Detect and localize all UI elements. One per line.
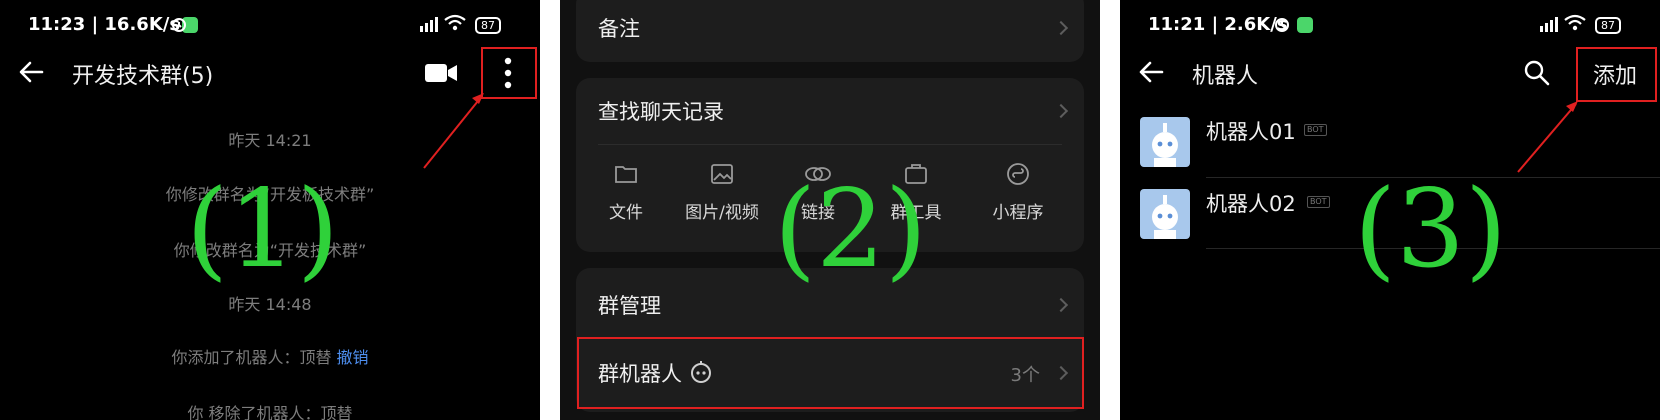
chat-title: 开发技术群(5) xyxy=(72,64,214,89)
folder-icon xyxy=(615,166,637,183)
timestamp: 昨天 14:21 xyxy=(228,131,312,150)
system-message: 你 移除了机器人：顶替 xyxy=(187,404,353,420)
group-settings-panel: 备注 查找聊天记录 文件 图片/视频 链接 群工具 小程序 群管理 群机器人 3… xyxy=(560,0,1100,420)
search-icon[interactable] xyxy=(1524,60,1550,86)
chevron-right-icon xyxy=(1053,103,1069,119)
system-message: 你添加了机器人：顶替 撤销 xyxy=(0,344,540,368)
status-time: 11:23 | 16.6K/s xyxy=(28,14,181,35)
mini-program-icon xyxy=(1007,163,1029,185)
undo-link[interactable]: 撤销 xyxy=(337,348,369,367)
bot-name: 机器人01 xyxy=(1206,120,1296,144)
wifi-icon xyxy=(444,14,466,31)
robot-avatar-icon xyxy=(1152,195,1178,239)
bot-badge: BOT xyxy=(1307,196,1330,208)
add-button-highlight xyxy=(1576,47,1657,102)
wifi-icon xyxy=(1564,14,1586,31)
chevron-right-icon xyxy=(1053,20,1069,36)
remark-row[interactable]: 备注 xyxy=(576,0,1084,62)
tool-mini-programs[interactable]: 小程序 xyxy=(968,162,1068,223)
more-options-icon[interactable] xyxy=(502,56,514,90)
tool-label: 文件 xyxy=(609,203,643,223)
video-call-icon[interactable] xyxy=(424,62,458,84)
group-manage-label[interactable]: 群管理 xyxy=(598,290,661,320)
robot-avatar-icon xyxy=(1152,123,1178,167)
step-annotation: (1) xyxy=(186,167,339,292)
alarm-icon xyxy=(172,18,186,32)
red-pointer-arrow xyxy=(1517,101,1578,173)
signal-icon xyxy=(420,17,438,32)
system-message-text: 你添加了机器人：顶替 xyxy=(171,348,332,367)
page-title: 机器人 xyxy=(1192,64,1259,89)
divider xyxy=(598,144,1062,145)
chat-screen-panel: 11:23 | 16.6K/s 87 开发技术群(5) 昨天 14:21 你修改… xyxy=(0,0,540,420)
bot-avatar xyxy=(1140,117,1190,167)
remark-label: 备注 xyxy=(598,17,640,41)
tool-label: 图片/视频 xyxy=(685,203,759,223)
tool-files[interactable]: 文件 xyxy=(576,162,676,223)
alarm-icon xyxy=(1275,18,1289,32)
step-annotation: (2) xyxy=(774,167,927,292)
bot-avatar xyxy=(1140,189,1190,239)
group-robot-highlight xyxy=(577,337,1084,409)
bot-badge: BOT xyxy=(1304,124,1327,136)
search-history-label[interactable]: 查找聊天记录 xyxy=(598,96,724,126)
app-notification-icon xyxy=(1297,17,1313,33)
tool-label: 小程序 xyxy=(992,203,1044,223)
timestamp: 昨天 14:48 xyxy=(228,295,312,314)
tool-media[interactable]: 图片/视频 xyxy=(672,162,772,223)
signal-icon xyxy=(1540,17,1558,32)
battery-indicator: 87 xyxy=(475,17,501,34)
bot-name: 机器人02 xyxy=(1206,192,1296,216)
back-arrow-icon[interactable] xyxy=(1138,60,1164,84)
image-icon xyxy=(711,164,733,184)
battery-indicator: 87 xyxy=(1595,17,1621,34)
back-arrow-icon[interactable] xyxy=(18,60,44,84)
step-annotation: (3) xyxy=(1354,167,1507,292)
chevron-right-icon xyxy=(1053,297,1069,313)
robot-list-panel: 11:21 | 2.6K/s 87 机器人 添加 机器人01 BOT 机器人02… xyxy=(1120,0,1660,420)
status-time: 11:21 | 2.6K/s xyxy=(1148,14,1288,35)
